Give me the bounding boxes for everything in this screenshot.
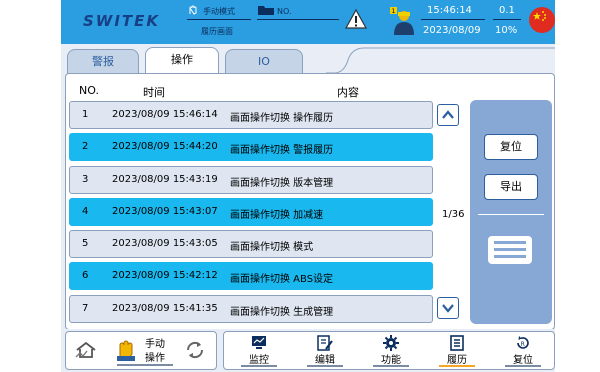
scroll-down-button[interactable] <box>437 297 459 319</box>
tab-bar: 警报 操作 IO <box>61 44 555 74</box>
speed-value: 0.1 <box>499 5 515 16</box>
tab-alarm[interactable]: 警报 <box>67 49 139 74</box>
mode-label: 手动模式 <box>203 7 235 16</box>
edit-label: 编辑 <box>315 355 335 366</box>
history-button[interactable]: 履历 <box>431 332 483 367</box>
reset-button[interactable]: 复位 <box>484 134 538 160</box>
table-row[interactable]: 2 2023/08/09 15:44:20 画面操作切换 警报履历 <box>69 133 433 161</box>
row-content: 画面操作切换 版本管理 <box>230 178 334 189</box>
reset-nav-button[interactable]: R 复位 <box>497 332 549 367</box>
page-indicator: 1/36 <box>442 209 465 220</box>
row-no: 7 <box>82 303 89 314</box>
row-no: 6 <box>82 270 89 281</box>
row-content: 画面操作切换 生成管理 <box>230 307 334 318</box>
row-time: 2023/08/09 15:43:07 <box>112 206 218 217</box>
table-row[interactable]: 3 2023/08/09 15:43:19 画面操作切换 版本管理 <box>69 166 433 194</box>
row-time: 2023/08/09 15:42:12 <box>112 270 218 281</box>
function-button[interactable]: 功能 <box>365 332 417 367</box>
row-no: 2 <box>82 141 89 152</box>
function-underline <box>373 365 409 367</box>
reset-nav-label: 复位 <box>513 355 533 366</box>
row-time: 2023/08/09 15:44:20 <box>112 141 218 152</box>
row-content: 画面操作切换 操作履历 <box>230 113 334 124</box>
cycle-icon[interactable] <box>183 338 207 362</box>
clock-date: 2023/08/09 <box>423 25 481 36</box>
manual-mode-line1[interactable]: 手动 <box>145 335 165 350</box>
manual-underline <box>117 364 173 366</box>
monitor-underline <box>241 365 277 367</box>
row-no: 1 <box>82 109 89 120</box>
history-label: 履历 <box>447 355 467 366</box>
monitor-label: 监控 <box>249 355 269 366</box>
export-button[interactable]: 导出 <box>484 174 538 200</box>
reset-icon: R <box>517 336 529 349</box>
side-action-panel: 复位 导出 <box>470 100 552 324</box>
svg-text:R: R <box>521 341 525 348</box>
folder-icon <box>258 6 274 15</box>
table-row[interactable]: 7 2023/08/09 15:41:35 画面操作切换 生成管理 <box>69 295 433 323</box>
function-label: 功能 <box>381 355 401 366</box>
monitor-icon <box>252 336 266 349</box>
home-icon[interactable] <box>75 341 97 359</box>
hand-mode-icon <box>189 5 197 15</box>
operator-icon[interactable]: 1 <box>389 6 415 36</box>
menu-icon[interactable] <box>488 236 532 264</box>
row-content: 画面操作切换 加减速 <box>230 210 324 221</box>
file-no-label: NO. <box>277 7 292 16</box>
chevron-down-icon <box>442 304 454 313</box>
row-time: 2023/08/09 15:41:35 <box>112 303 218 314</box>
chevron-up-icon <box>442 110 454 119</box>
row-no: 4 <box>82 206 89 217</box>
bottom-nav: 手动 操作 监控 编辑 功能 履历 R 复位 <box>61 329 555 372</box>
history-icon <box>450 335 464 351</box>
scroll-up-button[interactable] <box>437 104 459 126</box>
edit-icon <box>317 335 333 351</box>
header-bar: SWITEK 手动模式 履历画面 NO. 1 15:46:14 2023/08/… <box>61 0 555 44</box>
file-underline <box>257 19 339 20</box>
warning-icon[interactable] <box>345 8 367 30</box>
row-time: 2023/08/09 15:43:05 <box>112 238 218 249</box>
speed-underline <box>493 19 521 20</box>
history-underline <box>439 365 475 367</box>
reset-nav-underline <box>505 365 541 367</box>
table-row[interactable]: 1 2023/08/09 15:46:14 画面操作切换 操作履历 <box>69 101 433 129</box>
row-time: 2023/08/09 15:43:19 <box>112 174 218 185</box>
row-no: 3 <box>82 174 89 185</box>
brand-logo: SWITEK <box>83 12 161 30</box>
row-content: 画面操作切换 警报履历 <box>230 145 334 156</box>
screen-label: 履历画面 <box>201 27 233 36</box>
row-no: 5 <box>82 238 89 249</box>
table-row[interactable]: 5 2023/08/09 15:43:05 画面操作切换 模式 <box>69 230 433 258</box>
edit-underline <box>307 365 343 367</box>
table-row[interactable]: 6 2023/08/09 15:42:12 画面操作切换 ABS设定 <box>69 262 433 290</box>
clock-time: 15:46:14 <box>427 5 472 16</box>
table-row[interactable]: 4 2023/08/09 15:43:07 画面操作切换 加减速 <box>69 198 433 226</box>
mode-underline <box>187 19 251 20</box>
gear-icon <box>383 335 399 351</box>
row-content: 画面操作切换 ABS设定 <box>230 274 334 285</box>
tab-io[interactable]: IO <box>225 49 303 74</box>
tab-operation[interactable]: 操作 <box>145 47 219 74</box>
hmi-screen: SWITEK 手动模式 履历画面 NO. 1 15:46:14 2023/08/… <box>61 0 555 372</box>
column-header-no: NO. <box>79 84 99 97</box>
tab-bar-decoration <box>326 47 555 74</box>
hand-icon[interactable] <box>113 334 137 362</box>
manual-mode-line2[interactable]: 操作 <box>145 349 165 364</box>
row-content: 画面操作切换 模式 <box>230 242 314 253</box>
row-time: 2023/08/09 15:46:14 <box>112 109 218 120</box>
column-header-time: 时间 <box>143 86 165 99</box>
column-header-content: 内容 <box>337 86 359 99</box>
monitor-button[interactable]: 监控 <box>233 332 285 367</box>
language-flag-icon[interactable] <box>529 7 555 33</box>
side-divider <box>478 214 544 215</box>
clock-underline <box>421 19 485 20</box>
svg-text:1: 1 <box>392 8 396 15</box>
edit-button[interactable]: 编辑 <box>299 332 351 367</box>
speed-percent: 10% <box>495 25 518 36</box>
